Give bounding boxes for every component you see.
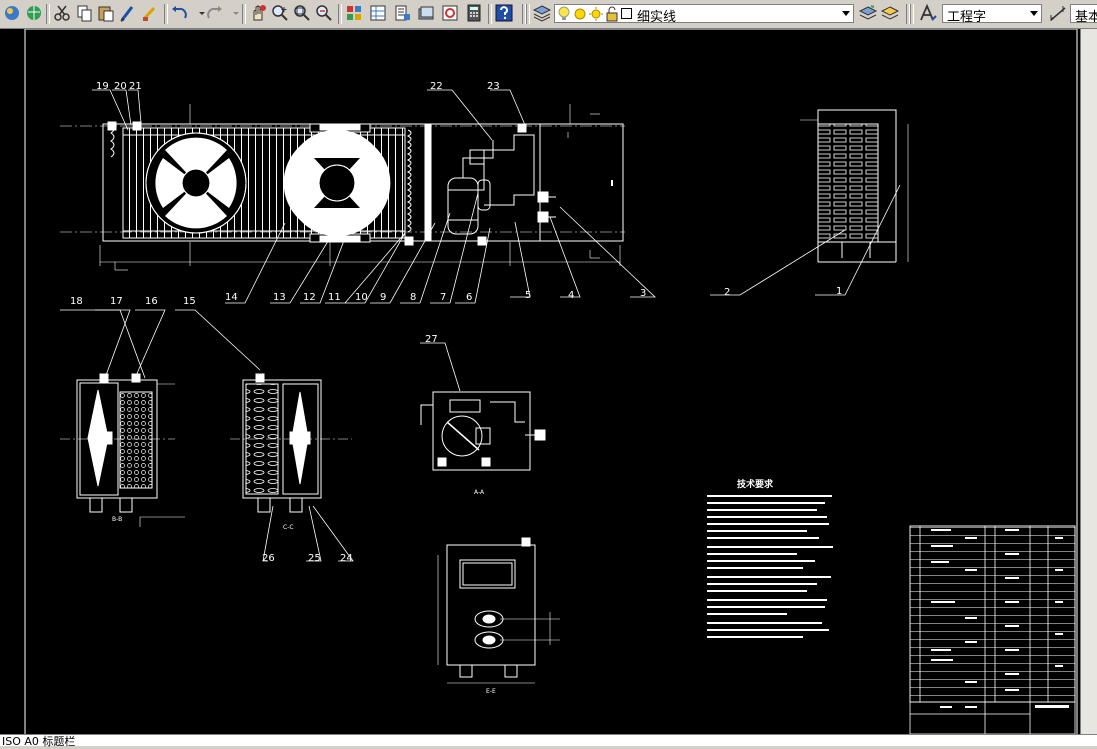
section-e-view (437, 537, 560, 684)
balloon-23: 23 (487, 81, 500, 92)
matchprop-brush-icon[interactable] (118, 3, 138, 23)
balloon-16: 16 (145, 296, 158, 307)
left-end-view (60, 373, 185, 527)
layer-lock-icon[interactable] (605, 6, 619, 25)
balloon-4: 4 (568, 290, 574, 301)
balloon-12: 12 (303, 292, 316, 303)
markup-icon[interactable] (440, 3, 460, 23)
balloon-14: 14 (225, 292, 238, 303)
tech-notes-title: 技术要求 (737, 478, 774, 490)
balloon-26: 26 (262, 553, 275, 564)
undo-icon[interactable] (170, 3, 190, 23)
balloon-3: 3 (640, 288, 646, 299)
view-label-c: C-C (283, 524, 294, 531)
balloon-24: 24 (340, 553, 353, 564)
balloon-9: 9 (380, 292, 386, 303)
qnew-icon[interactable] (2, 3, 22, 23)
title-block (909, 525, 1076, 734)
drawing-canvas[interactable]: 19 20 21 22 23 14 13 12 11 10 9 8 7 6 5 … (0, 29, 1080, 734)
view-label-b: B-B (112, 516, 122, 523)
zoom-window-icon[interactable] (292, 3, 312, 23)
toolbar-separator (164, 4, 168, 24)
balloon-2: 2 (724, 287, 730, 298)
sheetset-icon[interactable] (416, 3, 436, 23)
toolbar-separator (46, 4, 50, 24)
properties-icon[interactable] (344, 3, 364, 23)
paste-icon[interactable] (96, 3, 116, 23)
toolbar-separator (526, 4, 530, 24)
globe-icon[interactable] (24, 3, 44, 23)
section-a-view (420, 391, 546, 471)
layout-tab-label[interactable]: ISO A0 标题栏 (2, 733, 75, 749)
right-end-view (230, 373, 352, 513)
copy-icon[interactable] (74, 3, 94, 23)
dimension-style-dropdown[interactable]: 基本 (1070, 4, 1097, 25)
layer-control-dropdown[interactable]: 细实线 (554, 4, 854, 25)
balloon-8: 8 (410, 292, 416, 303)
balloon-25: 25 (308, 553, 321, 564)
layer-states-icon[interactable] (880, 3, 900, 23)
balloon-5: 5 (525, 290, 531, 301)
text-style-name: 工程字 (947, 10, 987, 25)
text-style-icon[interactable] (918, 3, 938, 23)
balloon-7: 7 (440, 292, 446, 303)
balloon-19: 19 (96, 81, 109, 92)
layer-on-bulb-icon[interactable] (557, 6, 571, 25)
layer-manager-icon[interactable] (532, 3, 552, 23)
pan-icon[interactable] (248, 3, 268, 23)
chevron-down-icon[interactable] (842, 11, 850, 16)
balloon-6: 6 (466, 292, 472, 303)
layer-name: 细实线 (637, 10, 677, 25)
redo-icon[interactable] (204, 3, 224, 23)
balloon-15: 15 (183, 296, 196, 307)
view-label-e: E-E (486, 688, 496, 695)
balloon-13: 13 (273, 292, 286, 303)
undo-dropdown-icon[interactable] (192, 3, 205, 23)
toolbar-separator (910, 4, 914, 24)
tool-palettes-icon[interactable] (392, 3, 412, 23)
balloon-17: 17 (110, 296, 123, 307)
calculator-icon[interactable] (464, 3, 484, 23)
layer-color-swatch (621, 8, 632, 19)
vertical-scrollbar[interactable] (1080, 29, 1097, 734)
cad-drawing: 19 20 21 22 23 14 13 12 11 10 9 8 7 6 5 … (24, 29, 1078, 734)
layer-previous-icon[interactable] (858, 3, 878, 23)
redo-dropdown-icon[interactable] (226, 3, 239, 23)
chevron-down-icon[interactable] (1030, 11, 1038, 16)
zoom-previous-icon[interactable] (314, 3, 334, 23)
balloon-11: 11 (328, 292, 341, 303)
layout-tab-bar: ISO A0 标题栏 (0, 733, 1097, 749)
layer-viewport-sun-icon[interactable] (589, 7, 603, 24)
balloon-22: 22 (430, 81, 443, 92)
standard-toolbar: 细实线 工程字 基本 (0, 0, 1097, 29)
design-center-icon[interactable] (368, 3, 388, 23)
layer-freeze-sun-icon[interactable] (573, 7, 587, 24)
balloon-10: 10 (355, 292, 368, 303)
dimension-style-icon[interactable] (1048, 3, 1068, 23)
side-view (800, 109, 909, 263)
text-style-dropdown[interactable]: 工程字 (942, 4, 1042, 25)
technical-notes: 技术要求 (707, 478, 833, 638)
tech-notes-lines (707, 495, 833, 638)
balloon-1: 1 (836, 286, 842, 297)
toolbar-separator (338, 4, 342, 24)
toolbar-separator (242, 4, 246, 24)
help-icon[interactable] (494, 3, 514, 23)
zoom-realtime-icon[interactable] (270, 3, 290, 23)
view-label-a: A-A (474, 489, 485, 496)
balloon-27: 27 (425, 334, 438, 345)
toolbar-separator (488, 4, 492, 24)
block-editor-icon[interactable] (140, 3, 160, 23)
dimension-style-name: 基本 (1075, 10, 1097, 25)
balloon-18: 18 (70, 296, 83, 307)
balloon-21: 21 (129, 81, 142, 92)
balloon-20: 20 (114, 81, 127, 92)
cut-icon[interactable] (52, 3, 72, 23)
